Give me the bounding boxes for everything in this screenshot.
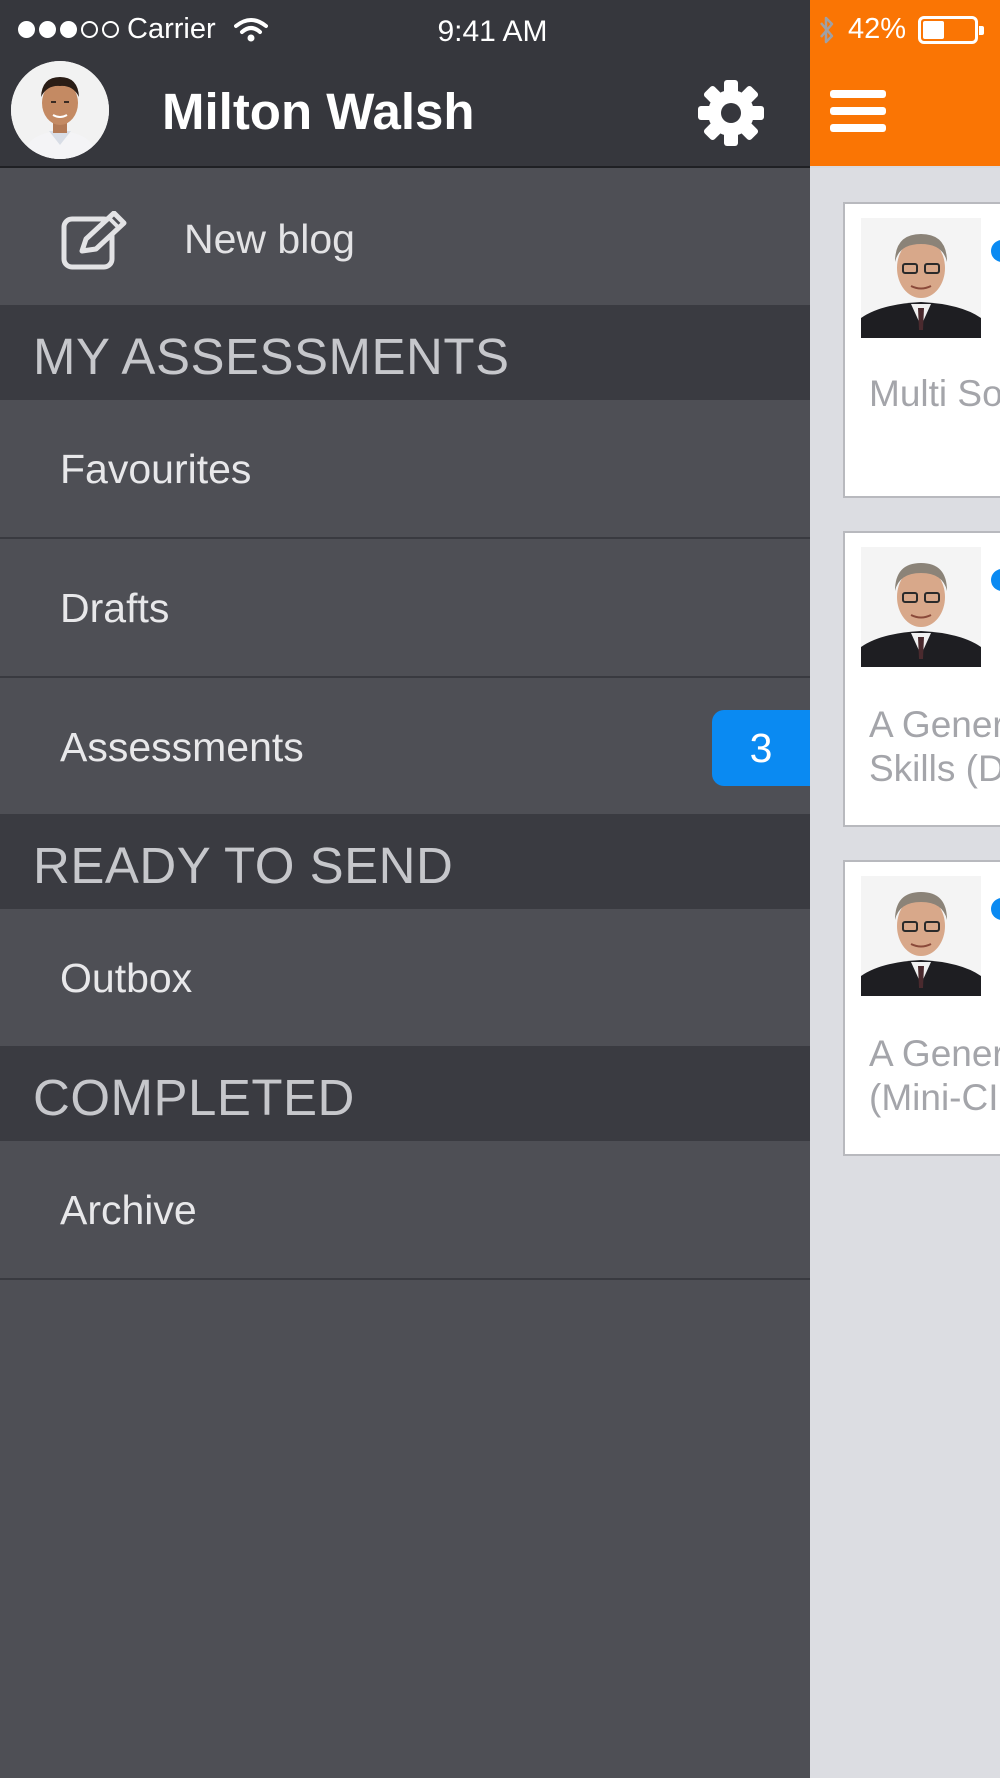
battery-icon	[918, 15, 984, 44]
compose-icon	[60, 210, 130, 271]
menu-item-drafts[interactable]: Drafts	[0, 539, 810, 678]
menu-item-outbox[interactable]: Outbox	[0, 909, 810, 1046]
menu-item-label: Archive	[60, 1187, 197, 1233]
new-blog-label: New blog	[184, 216, 355, 262]
main-content: Multi So A Gener Skills (D A Gener (Mini…	[810, 0, 1000, 1778]
new-blog-button[interactable]: New blog	[0, 168, 810, 305]
menu-item-assessments[interactable]: Assessments 3	[0, 678, 810, 814]
menu-item-label: Drafts	[60, 585, 170, 631]
user-name: Milton Walsh	[162, 83, 475, 140]
battery-fill	[923, 20, 944, 39]
assessment-card[interactable]: A Gener (Mini-CI	[843, 860, 1000, 1156]
navigation-drawer: Milton Walsh New blog MY ASSESSMENTS Fav…	[0, 0, 810, 1778]
section-title: COMPLETED	[33, 1069, 355, 1126]
assessment-card[interactable]: Multi So	[843, 202, 1000, 498]
assessment-card[interactable]: A Gener Skills (D	[843, 531, 1000, 827]
menu-icon-bar	[830, 90, 886, 98]
user-avatar[interactable]	[11, 61, 109, 159]
section-ready-to-send: READY TO SEND	[0, 814, 810, 909]
card-title: A Gener (Mini-CI	[869, 1033, 1000, 1118]
count-badge: 3	[712, 710, 810, 786]
card-title: Multi So	[869, 373, 1000, 414]
menu-item-label: Favourites	[60, 446, 252, 492]
menu-icon-bar	[830, 107, 886, 115]
menu-icon-bar	[830, 124, 886, 132]
unread-indicator	[991, 569, 1000, 591]
unread-indicator	[991, 240, 1000, 262]
menu-item-favourites[interactable]: Favourites	[0, 400, 810, 539]
menu-item-archive[interactable]: Archive	[0, 1141, 810, 1280]
section-title: READY TO SEND	[33, 837, 454, 894]
assessor-photo	[861, 876, 981, 996]
status-bar: Carrier 9:41 AM 42%	[0, 0, 1000, 52]
section-title: MY ASSESSMENTS	[33, 328, 510, 385]
section-my-assessments: MY ASSESSMENTS	[0, 305, 810, 400]
assessor-photo	[861, 218, 981, 338]
avatar-photo	[11, 61, 109, 159]
hamburger-menu-button[interactable]	[830, 90, 886, 134]
card-title: A Gener Skills (D	[869, 704, 1000, 789]
unread-indicator	[991, 898, 1000, 920]
battery-percent: 42%	[847, 13, 906, 45]
bluetooth-icon	[819, 16, 834, 43]
gear-icon	[698, 80, 764, 146]
menu-item-label: Outbox	[60, 955, 193, 1001]
section-completed: COMPLETED	[0, 1046, 810, 1141]
assessor-photo	[861, 547, 981, 667]
menu-item-label: Assessments	[60, 724, 304, 770]
settings-button[interactable]	[696, 78, 766, 148]
battery-status: 42%	[818, 13, 984, 46]
